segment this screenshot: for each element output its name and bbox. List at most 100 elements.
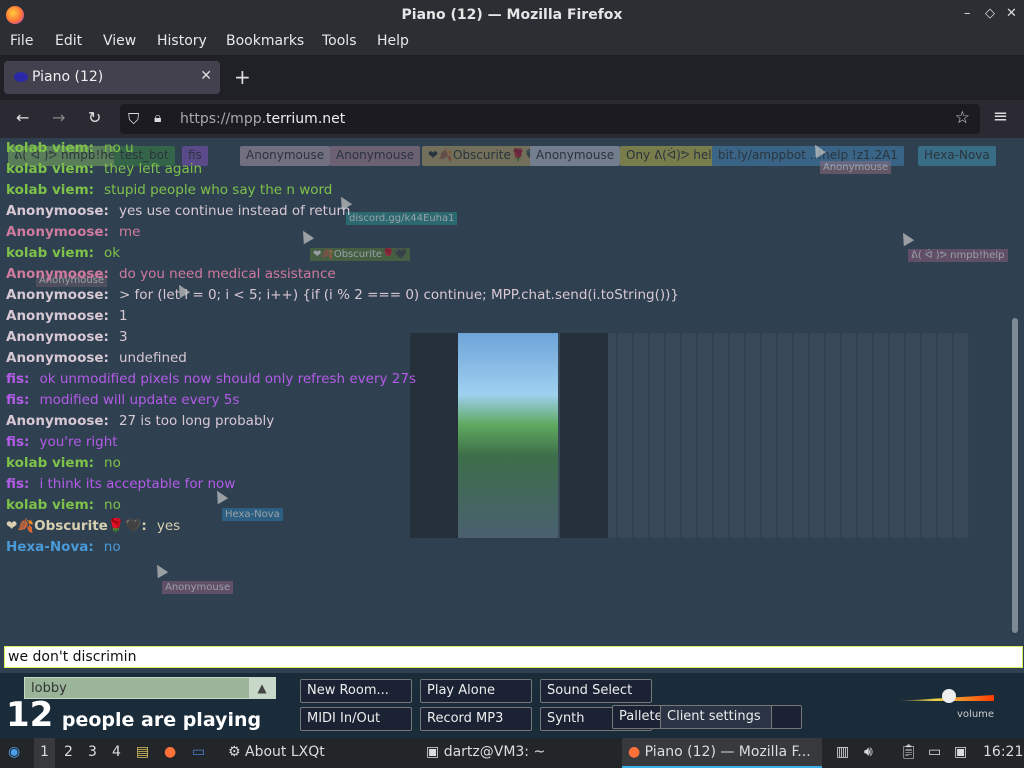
chat-username: Anonymoose: xyxy=(6,287,109,303)
task-label: dartz@VM3: ~ xyxy=(443,744,546,760)
chat-message: Anonymoose: 27 is too long probably xyxy=(6,411,1006,432)
chat-username: kolab viem: xyxy=(6,140,95,156)
lock-icon[interactable]: 🔒︎ xyxy=(154,110,161,126)
chat-username: Anonymoose: xyxy=(6,329,109,345)
reload-icon[interactable]: ↻ xyxy=(88,108,101,127)
chat-message: Anonymoose: yes use continue instead of r… xyxy=(6,201,1006,222)
chat-text: no xyxy=(104,497,121,513)
chat-message: ❤🍂Obscurite🌹🖤: yes xyxy=(6,516,1006,537)
tab-piano[interactable]: Piano (12) ✕ xyxy=(4,61,220,94)
client-settings-button[interactable]: Client settings xyxy=(660,705,772,729)
play-alone-button[interactable]: Play Alone xyxy=(420,679,532,703)
lxqt-icon: ⚙ xyxy=(228,744,246,760)
chat-message: kolab viem: stupid people who say the n w… xyxy=(6,180,1006,201)
task-firefox[interactable]: ● Piano (12) — Mozilla F... xyxy=(622,738,822,768)
hamburger-menu-icon[interactable]: ≡ xyxy=(993,106,1008,127)
chat-username: Anonymoose: xyxy=(6,203,109,219)
chat-text: yes use continue instead of return xyxy=(118,203,351,219)
chat-text: 1 xyxy=(118,308,128,324)
chat-username: Anonymoose: xyxy=(6,350,109,366)
chat-scrollbar[interactable] xyxy=(1012,318,1018,633)
menu-bookmarks[interactable]: Bookmarks xyxy=(226,33,304,49)
shield-icon[interactable]: ⛉ xyxy=(128,110,139,128)
chat-message: Anonymoose: 3 xyxy=(6,327,1006,348)
volume-slider[interactable] xyxy=(896,689,994,705)
close-button[interactable]: ✕ xyxy=(1006,6,1017,21)
minimize-button[interactable]: – xyxy=(964,6,971,21)
chat-username: fis: xyxy=(6,434,30,450)
midi-button[interactable]: MIDI In/Out xyxy=(300,707,412,731)
chat-text: 27 is too long probably xyxy=(118,413,275,429)
task-terminal[interactable]: ▣ dartz@VM3: ~ xyxy=(420,738,551,768)
chat-text: yes xyxy=(156,518,181,534)
chat-username: kolab viem: xyxy=(6,161,95,177)
menu-help[interactable]: Help xyxy=(377,33,409,49)
chat-message: fis: modified will update every 5s xyxy=(6,390,1006,411)
firefox-launcher-icon[interactable]: ● xyxy=(164,744,176,760)
task-label: Piano (12) — Mozilla F... xyxy=(644,744,811,760)
chat-text: no xyxy=(103,539,121,555)
window-titlebar: Piano (12) — Mozilla Firefox – ◇ ✕ xyxy=(0,0,1024,30)
menu-history[interactable]: History xyxy=(157,33,207,49)
forward-arrow-icon[interactable]: → xyxy=(52,108,65,127)
show-desktop-icon[interactable]: ▭ xyxy=(192,744,205,760)
chat-message: kolab viem: no xyxy=(6,495,1006,516)
record-mp3-button[interactable]: Record MP3 xyxy=(420,707,532,731)
maximize-button[interactable]: ◇ xyxy=(985,6,995,21)
volume-icon[interactable]: 🔊︎ xyxy=(864,744,873,760)
chat-message: kolab viem: no xyxy=(6,453,1006,474)
volume-label: volume xyxy=(957,709,995,720)
navigation-bar: ← → ↻ ⛉ 🔒︎ https://mpp.terrium.net ☆ ≡ xyxy=(0,100,1024,138)
task-about-lxqt[interactable]: ⚙ About LXQt xyxy=(222,738,331,768)
volume-knob[interactable] xyxy=(942,689,956,703)
menu-file[interactable]: File xyxy=(10,33,33,49)
chat-message: Anonymoose: > for (let i = 0; i < 5; i++)… xyxy=(6,285,1006,306)
bottom-controls: lobby ▲ 12 people are playing New Room..… xyxy=(0,673,1024,738)
chat-text: ok xyxy=(104,245,121,261)
tray-window-icon[interactable]: ▥ xyxy=(836,744,849,760)
player-count: 12 people are playing xyxy=(6,695,261,735)
bookmark-star-icon[interactable]: ☆ xyxy=(955,108,970,128)
chat-message: Anonymoose: 1 xyxy=(6,306,1006,327)
desktop-1[interactable]: 1 xyxy=(34,738,55,768)
tab-strip: Piano (12) ✕ + xyxy=(0,55,1024,100)
menu-view[interactable]: View xyxy=(103,33,136,49)
clipboard-icon[interactable]: 📋︎ xyxy=(900,744,918,760)
new-tab-button[interactable]: + xyxy=(234,65,251,89)
chat-text: ok unmodified pixels now should only ref… xyxy=(39,371,417,387)
tab-close-icon[interactable]: ✕ xyxy=(200,68,212,84)
chat-log: kolab viem: no u kolab viem: they left agai… xyxy=(6,138,1006,558)
desktop-4[interactable]: 4 xyxy=(106,738,127,768)
chat-text: no xyxy=(104,455,121,471)
desktop-3[interactable]: 3 xyxy=(82,738,103,768)
chat-text: they left again xyxy=(104,161,203,177)
chat-text: i think its acceptable for now xyxy=(39,476,236,492)
lxqt-menu-icon[interactable]: ◉ xyxy=(8,744,20,760)
chat-text: me xyxy=(118,224,141,240)
menu-tools[interactable]: Tools xyxy=(322,33,357,49)
update-icon[interactable]: ▣ xyxy=(954,744,967,760)
chat-text: do you need medical assistance xyxy=(118,266,336,282)
site-favicon-icon xyxy=(14,72,28,82)
new-room-button[interactable]: New Room... xyxy=(300,679,412,703)
chat-text: stupid people who say the n word xyxy=(104,182,333,198)
sound-select-button[interactable]: Sound Select xyxy=(540,679,652,703)
terminal-icon: ▣ xyxy=(426,744,444,760)
chat-input[interactable]: we don't discrimin xyxy=(4,646,1023,668)
network-icon[interactable]: ▭ xyxy=(928,744,941,760)
chat-username: Anonymoose: xyxy=(6,413,109,429)
back-arrow-icon[interactable]: ← xyxy=(16,108,29,127)
chat-text: you're right xyxy=(39,434,118,450)
file-manager-icon[interactable]: ▤ xyxy=(136,744,149,760)
menubar: File Edit View History Bookmarks Tools H… xyxy=(0,30,1024,55)
cursor-label: Anonymouse xyxy=(162,581,234,594)
menu-edit[interactable]: Edit xyxy=(55,33,82,49)
chat-message: kolab viem: no u xyxy=(6,138,1006,159)
task-label: About LXQt xyxy=(245,744,325,760)
url-bar[interactable]: ⛉ 🔒︎ https://mpp.terrium.net ☆ xyxy=(120,104,980,134)
url-text[interactable]: https://mpp.terrium.net xyxy=(180,111,345,127)
chat-username: fis: xyxy=(6,392,30,408)
chat-text: 3 xyxy=(118,329,128,345)
chat-message: Anonymoose: undefined xyxy=(6,348,1006,369)
desktop-2[interactable]: 2 xyxy=(58,738,79,768)
